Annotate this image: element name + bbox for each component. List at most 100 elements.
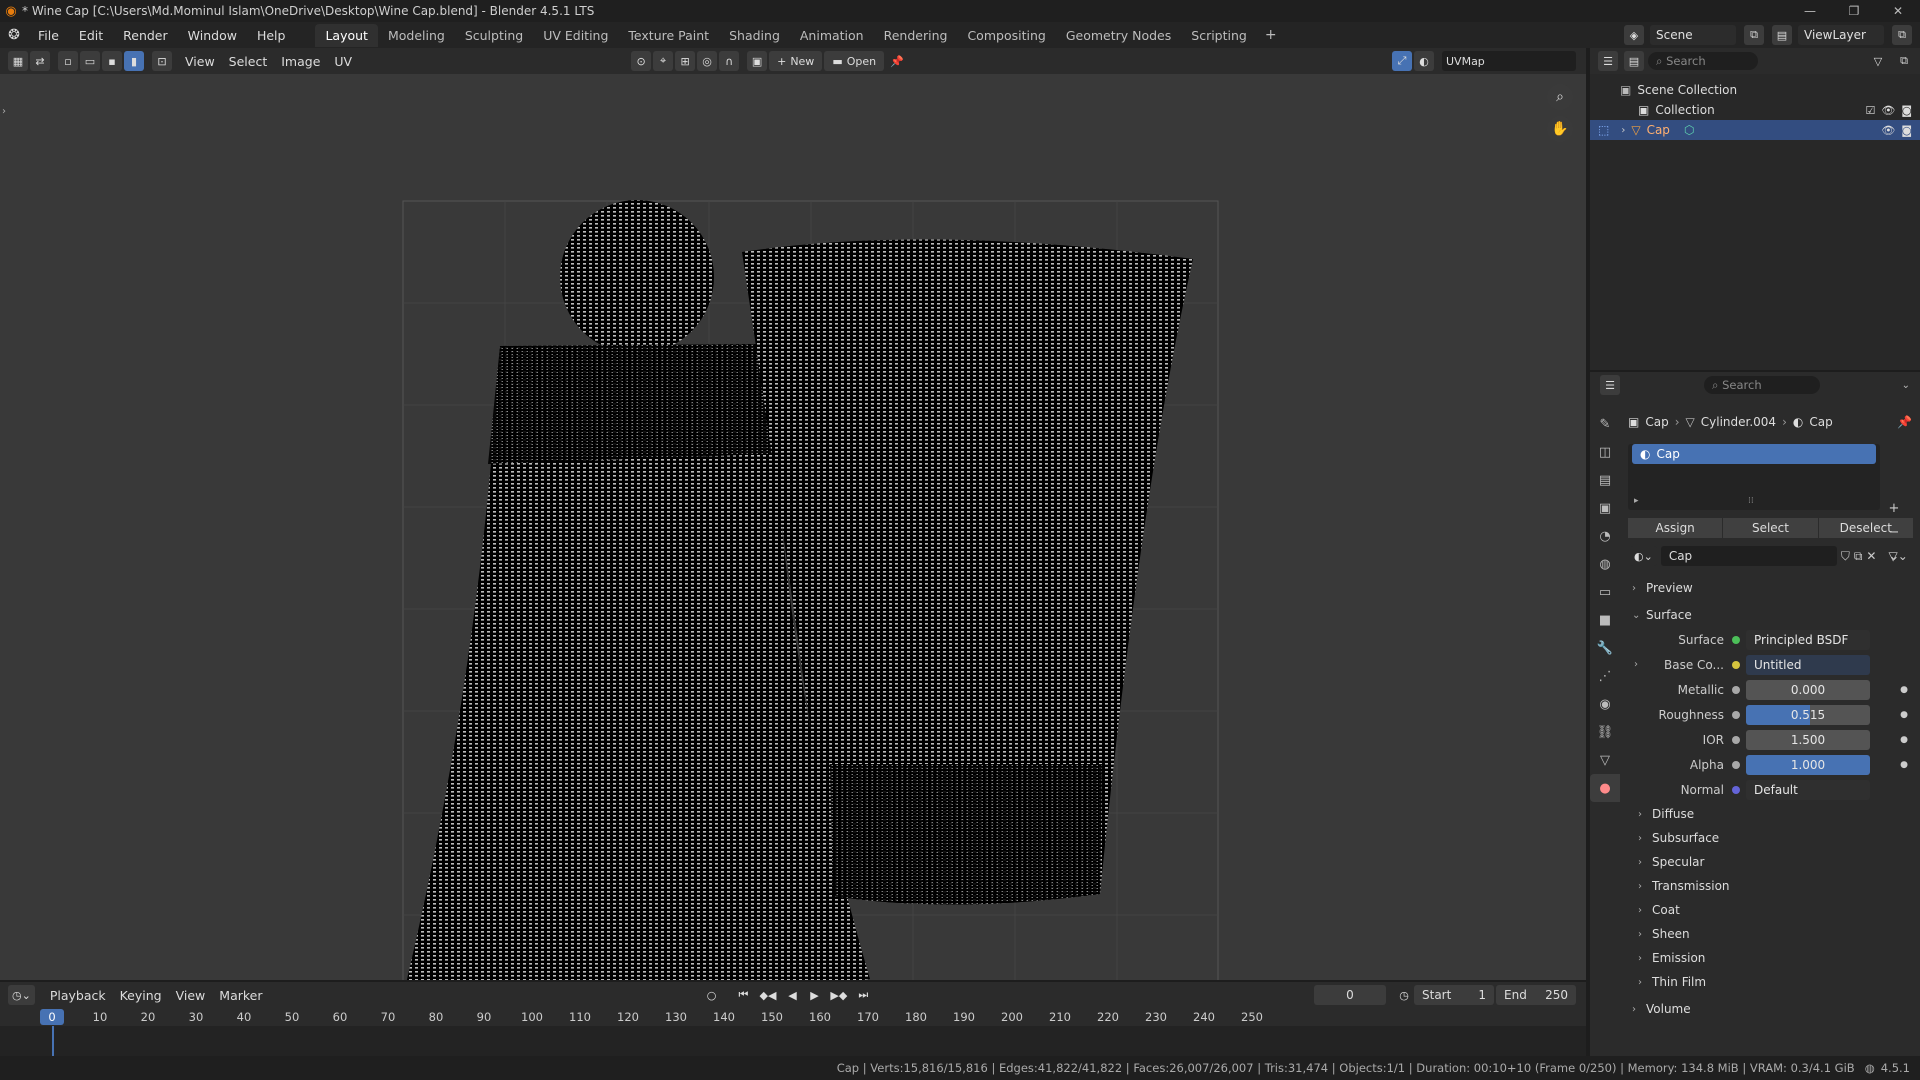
keyframe-dot-icon[interactable]: ● — [1900, 735, 1908, 745]
properties-editor-type-icon[interactable]: ☰ — [1600, 375, 1620, 395]
remove-slot-icon[interactable]: − — [1884, 522, 1904, 542]
menu-file[interactable]: File — [28, 28, 69, 43]
island-select-icon[interactable]: ▮ — [124, 51, 144, 71]
socket-dot-icon[interactable] — [1732, 710, 1740, 719]
menu-select[interactable]: Select — [222, 54, 275, 69]
property-field-normal[interactable]: Default — [1746, 779, 1870, 800]
scene-tab-icon[interactable]: ◔ — [1590, 522, 1620, 550]
face-select-icon[interactable]: ▪ — [102, 51, 122, 71]
subpanel-emission[interactable]: › Emission — [1622, 946, 1920, 970]
tab-modeling[interactable]: Modeling — [378, 24, 455, 47]
proportional-edit-icon[interactable]: ◎ — [697, 51, 718, 71]
outliner-row-cap[interactable]: ⬚ › ▽ Cap ⬡ 👁 ◙ — [1590, 120, 1920, 140]
uv-overlay-icon[interactable]: ⤢ — [1392, 51, 1412, 71]
output-tab-icon[interactable]: ▤ — [1590, 466, 1620, 494]
auto-key-icon[interactable]: ○ — [702, 985, 722, 1005]
subpanel-subsurface[interactable]: › Subsurface — [1622, 826, 1920, 850]
fake-user-icon[interactable]: ⛉ — [1841, 549, 1850, 564]
particles-tab-icon[interactable]: ⋰ — [1590, 662, 1620, 690]
close-button[interactable]: ✕ — [1876, 0, 1920, 22]
filter-icon[interactable]: ▽ — [1868, 51, 1888, 71]
subpanel-sheen[interactable]: › Sheen — [1622, 922, 1920, 946]
view-layer-tab-icon[interactable]: ▣ — [1590, 494, 1620, 522]
eye-icon[interactable]: 👁 — [1881, 104, 1895, 117]
resize-handle-icon[interactable]: ⁞⁞ — [1748, 496, 1754, 506]
subpanel-coat[interactable]: › Coat — [1622, 898, 1920, 922]
menu-marker[interactable]: Marker — [212, 988, 269, 1003]
world-tab-icon[interactable]: ◍ — [1590, 550, 1620, 578]
timeline-editor-type-icon[interactable]: ◷⌄ — [8, 985, 35, 1005]
blender-menu-icon[interactable]: ❂ — [0, 27, 28, 43]
toolbar-expand-icon[interactable]: › — [2, 106, 6, 117]
uv-canvas[interactable]: ⌕ ✋ › — [0, 74, 1586, 1030]
edge-select-icon[interactable]: ▭ — [80, 51, 100, 71]
menu-help[interactable]: Help — [247, 28, 296, 43]
camera-icon[interactable]: ◙ — [1901, 104, 1912, 117]
panel-volume[interactable]: › Volume — [1622, 997, 1920, 1021]
next-keyframe-icon[interactable]: ▶◆ — [826, 985, 851, 1005]
tool-tab-icon[interactable]: ✎ — [1590, 410, 1620, 438]
panel-preview[interactable]: › Preview — [1622, 576, 1920, 600]
menu-keying[interactable]: Keying — [113, 988, 169, 1003]
socket-dot-icon[interactable] — [1732, 685, 1740, 694]
socket-dot-icon[interactable] — [1732, 735, 1740, 744]
snap-icon[interactable]: ⌖ — [653, 51, 674, 71]
checkbox-icon[interactable]: ☑ — [1865, 104, 1875, 117]
subpanel-transmission[interactable]: › Transmission — [1622, 874, 1920, 898]
tab-shading[interactable]: Shading — [719, 24, 790, 47]
assign-button[interactable]: Assign — [1628, 518, 1724, 538]
property-field-metallic[interactable]: 0.000 — [1746, 679, 1870, 700]
socket-dot-icon[interactable] — [1732, 785, 1740, 794]
view-layer-field[interactable]: ViewLayer — [1798, 25, 1884, 45]
options-chevron-icon[interactable]: ⌄ — [1902, 380, 1910, 391]
new-image-button[interactable]: + New — [769, 51, 823, 71]
keyframe-dot-icon[interactable]: ● — [1900, 760, 1908, 770]
tab-layout[interactable]: Layout — [315, 23, 378, 47]
panel-surface[interactable]: ⌄ Surface — [1622, 603, 1920, 627]
menu-view[interactable]: View — [178, 54, 222, 69]
menu-uv[interactable]: UV — [327, 54, 359, 69]
outliner-search-input[interactable]: ⌕ Search — [1648, 52, 1758, 70]
menu-edit[interactable]: Edit — [69, 28, 113, 43]
current-frame-marker[interactable]: 0 — [40, 1009, 64, 1025]
sync-selection-icon[interactable]: ⇄ — [30, 51, 50, 71]
scene-field[interactable]: Scene — [1650, 25, 1736, 45]
property-field-base-co[interactable]: Untitled — [1746, 654, 1870, 675]
start-frame-field[interactable]: Start 1 — [1414, 985, 1494, 1005]
slot-specials-icon[interactable]: ⌄ — [1884, 546, 1904, 566]
pin-icon[interactable]: 📌 — [1897, 415, 1912, 429]
tab-animation[interactable]: Animation — [790, 24, 874, 47]
sticky-select-icon[interactable]: ⊡ — [152, 51, 172, 71]
keyframe-dot-icon[interactable]: ● — [1900, 685, 1908, 695]
tab-scripting[interactable]: Scripting — [1181, 24, 1257, 47]
jump-end-icon[interactable]: ⏭ — [853, 985, 873, 1005]
add-workspace-button[interactable]: + — [1257, 27, 1285, 43]
object-tab-icon[interactable]: ■ — [1590, 606, 1620, 634]
edit-mode-icon[interactable]: ⬚ — [1598, 123, 1609, 137]
gizmo-icon[interactable]: ◐ — [1414, 51, 1434, 71]
new-view-layer-icon[interactable]: ⧉ — [1892, 25, 1912, 45]
menu-render[interactable]: Render — [113, 28, 178, 43]
properties-search-input[interactable]: ⌕ Search — [1704, 376, 1820, 394]
expand-arrow-icon[interactable]: › — [1621, 125, 1625, 136]
material-name-field[interactable]: Cap — [1660, 546, 1837, 566]
pivot-icon[interactable]: ⊙ — [631, 51, 652, 71]
property-field-surface[interactable]: Principled BSDF — [1746, 629, 1870, 650]
property-field-ior[interactable]: 1.500 — [1746, 729, 1870, 750]
preview-range-icon[interactable]: ◷ — [1394, 985, 1414, 1005]
menu-window[interactable]: Window — [178, 28, 247, 43]
duplicate-material-icon[interactable]: ⧉ — [1854, 549, 1863, 564]
prev-keyframe-icon[interactable]: ◆◀ — [756, 985, 781, 1005]
material-slot-item[interactable]: ◐ Cap — [1632, 444, 1876, 464]
socket-dot-icon[interactable] — [1732, 760, 1740, 769]
material-browse-icon[interactable]: ◐⌄ — [1630, 546, 1657, 566]
snap-target-icon[interactable]: ⊞ — [675, 51, 696, 71]
falloff-icon[interactable]: ∩ — [719, 51, 740, 71]
socket-dot-icon[interactable] — [1732, 635, 1740, 644]
tab-rendering[interactable]: Rendering — [874, 24, 958, 47]
outliner-editor-type-icon[interactable]: ☰ — [1598, 51, 1618, 71]
unlink-material-icon[interactable]: ✕ — [1866, 549, 1876, 563]
pin-icon[interactable]: 📌 — [886, 51, 908, 71]
current-frame-field[interactable]: 0 — [1314, 985, 1386, 1005]
property-field-roughness[interactable]: 0.515 — [1746, 704, 1870, 725]
